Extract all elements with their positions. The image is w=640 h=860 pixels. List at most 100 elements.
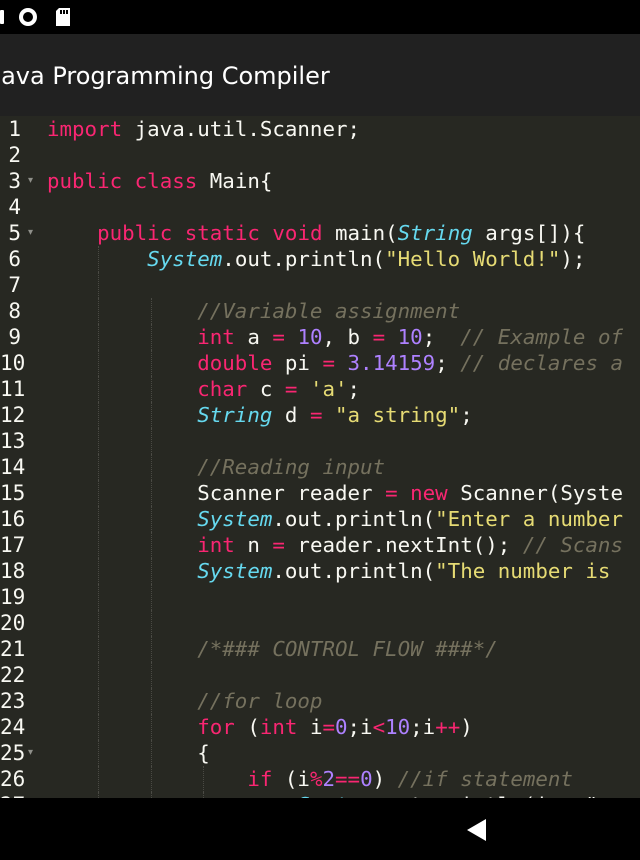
line-number: 1 [8, 117, 21, 141]
code-token: System [197, 559, 273, 583]
code-token: java.util.Scanner; [122, 117, 361, 141]
code-token: Scanner reader [47, 481, 386, 505]
code-token: "a string" [335, 403, 461, 427]
code-line[interactable]: 26 if (i%2==0) //if statement [0, 766, 640, 792]
code-text: /*### CONTROL FLOW ###*/ [47, 636, 498, 662]
indent-guide [151, 662, 152, 688]
code-line[interactable]: 15 Scanner reader = new Scanner(Syste [0, 480, 640, 506]
line-number: 3 [8, 169, 21, 193]
line-number: 11 [0, 377, 26, 401]
back-icon[interactable] [466, 818, 488, 842]
code-token: = [272, 325, 285, 349]
code-line[interactable]: 5 ▾ public static void main(String args[]… [0, 220, 640, 246]
code-line[interactable]: 19 [0, 584, 640, 610]
line-number: 23 [0, 689, 26, 713]
line-number: 10 [0, 351, 26, 375]
line-number: 18 [0, 559, 26, 583]
code-token: 10 [297, 325, 323, 349]
code-token: ( [234, 715, 260, 739]
code-token: a [234, 325, 273, 349]
code-line[interactable]: 20 [0, 610, 640, 636]
line-number: 16 [0, 507, 26, 531]
code-line[interactable]: 10 double pi = 3.14159; // declares a [0, 350, 640, 376]
line-number: 24 [0, 715, 26, 739]
code-token: = [322, 715, 335, 739]
code-token: 3.14159 [347, 351, 436, 375]
code-text: //Variable assignment [47, 298, 460, 324]
code-token: .out.println( [272, 507, 436, 531]
code-line[interactable]: 6 System.out.println("Hello World!"); [0, 246, 640, 272]
fold-arrow-icon[interactable]: ▾ [28, 174, 33, 188]
code-text: if (i%2==0) //if statement [47, 766, 573, 792]
code-token: // Scans [522, 533, 623, 557]
code-line[interactable]: 9 int a = 10, b = 10; // Example of [0, 324, 640, 350]
fold-arrow-icon[interactable]: ▾ [28, 746, 33, 760]
code-line[interactable]: 12 String d = "a string"; [0, 402, 640, 428]
code-token: public [97, 221, 173, 245]
code-line[interactable]: 25 ▾ { [0, 740, 640, 766]
code-token: void [272, 221, 323, 245]
code-line[interactable]: 11 char c = 'a'; [0, 376, 640, 402]
code-token: = [272, 533, 285, 557]
code-line[interactable]: 22 [0, 662, 640, 688]
code-line[interactable]: 3 ▾ public class Main{ [0, 168, 640, 194]
code-token: , b [322, 325, 373, 349]
code-line[interactable]: 14 //Reading input [0, 454, 640, 480]
code-token: main( [322, 221, 398, 245]
app-title: Java Programming Compiler [0, 62, 330, 90]
code-token: ; [460, 403, 473, 427]
code-token: //for loop [197, 689, 323, 713]
code-line[interactable]: 8 //Variable assignment [0, 298, 640, 324]
code-token: "Hello World!" [385, 247, 561, 271]
code-token: i [297, 715, 323, 739]
code-line[interactable]: 2 [0, 142, 640, 168]
code-token: pi [272, 351, 323, 375]
fold-arrow-icon[interactable]: ▾ [28, 226, 33, 240]
code-text: public class Main{ [47, 168, 272, 194]
code-line[interactable]: 23 //for loop [0, 688, 640, 714]
code-token: < [372, 715, 386, 739]
code-token: /*### CONTROL FLOW ###*/ [197, 637, 498, 661]
code-token: .out.println( [222, 247, 386, 271]
code-token: for [197, 715, 235, 739]
code-token: d [272, 403, 310, 427]
code-token: .out.println( [272, 559, 436, 583]
code-editor[interactable]: 1 import java.util.Scanner; 2 3 ▾ public clas… [0, 116, 640, 798]
code-token: 2 [322, 767, 336, 791]
code-token: ;i [347, 715, 373, 739]
code-line[interactable]: 21 /*### CONTROL FLOW ###*/ [0, 636, 640, 662]
code-line[interactable]: 7 [0, 272, 640, 298]
code-line[interactable]: 18 System.out.println("The number is [0, 558, 640, 584]
line-number: 20 [0, 611, 26, 635]
code-line[interactable]: 1 import java.util.Scanner; [0, 116, 640, 142]
code-text: System.out.println("The number is [47, 558, 623, 584]
code-token: ;i [410, 715, 436, 739]
code-token: ); [560, 247, 586, 271]
code-line[interactable]: 17 int n = reader.nextInt(); // Scans [0, 532, 640, 558]
line-number: 5 [8, 221, 21, 245]
code-line[interactable]: 24 for (int i=0;i<10;i++) [0, 714, 640, 740]
code-line[interactable]: 16 System.out.println("Enter a number [0, 506, 640, 532]
code-token: % [309, 767, 323, 791]
code-text: double pi = 3.14159; // declares a [47, 350, 623, 376]
code-token: String [397, 221, 473, 245]
code-line[interactable]: 13 [0, 428, 640, 454]
code-text: int a = 10, b = 10; // Example of [47, 324, 623, 350]
code-token: String [197, 403, 273, 427]
code-text: public static void main(String args[]){ [47, 220, 585, 246]
code-line[interactable]: 4 [0, 194, 640, 220]
code-text: for (int i=0;i<10;i++) [47, 714, 473, 740]
code-text: { [47, 740, 210, 766]
code-token: = [284, 377, 298, 401]
code-token: if [247, 767, 273, 791]
indent-guide [151, 610, 152, 636]
